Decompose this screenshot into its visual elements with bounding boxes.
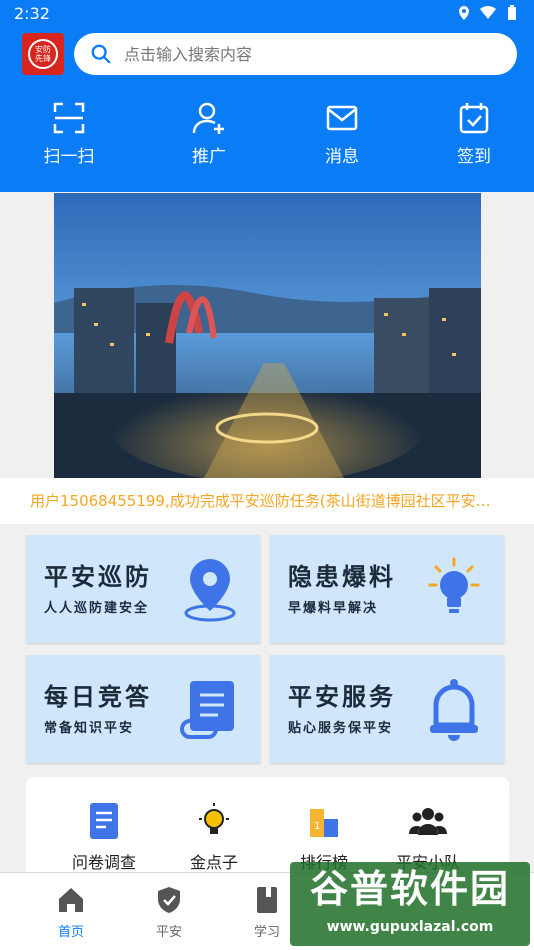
header: 2:32 安防先锋 扫一扫 推广 消息 签到 xyxy=(0,0,534,192)
scan-icon xyxy=(53,102,85,134)
tool-survey[interactable]: 问卷调查 xyxy=(54,801,154,873)
notice-marquee[interactable]: 用户15068455199,成功完成平安巡防任务(茶山街道博园社区平安… xyxy=(0,478,534,524)
wifi-icon xyxy=(480,5,496,20)
search-input[interactable] xyxy=(124,44,484,64)
card-subtitle: 人人巡防建安全 xyxy=(44,601,150,616)
add-user-icon xyxy=(192,102,224,134)
watermark-logo: 谷普软件园 www.gupuxlazal.com xyxy=(290,862,530,946)
quick-action-messages[interactable]: 消息 xyxy=(287,100,397,167)
tab-label: 平安 xyxy=(155,925,182,940)
tab-safety[interactable]: 平安 xyxy=(120,885,218,940)
team-icon xyxy=(409,808,447,835)
tool-label: 问卷调查 xyxy=(71,853,136,872)
location-pin-icon xyxy=(184,559,236,622)
tab-home[interactable]: 首页 xyxy=(22,885,120,940)
quick-action-checkin[interactable]: 签到 xyxy=(419,100,529,167)
quick-action-label: 推广 xyxy=(192,147,226,167)
app-logo[interactable]: 安防 先锋 xyxy=(22,33,64,75)
card-subtitle: 贴心服务保平安 xyxy=(288,721,394,736)
tab-label: 学习 xyxy=(253,925,280,940)
svg-text:1: 1 xyxy=(314,821,320,832)
quick-action-label: 扫一扫 xyxy=(43,147,95,167)
card-title: 每日竞答 xyxy=(44,683,152,711)
banner-image xyxy=(54,193,481,478)
status-time: 2:32 xyxy=(14,4,50,23)
card-daily-quiz[interactable]: 每日竞答 常备知识平安 xyxy=(26,655,260,763)
quick-action-promote[interactable]: 推广 xyxy=(154,100,264,167)
scroll-icon xyxy=(180,681,234,739)
banner-carousel[interactable] xyxy=(54,193,481,478)
card-subtitle: 早爆料早解决 xyxy=(288,601,379,616)
card-title: 平安巡防 xyxy=(44,563,152,591)
battery-icon xyxy=(508,5,516,20)
bell-icon xyxy=(430,679,478,741)
logo-seal: 安防 先锋 xyxy=(28,39,58,69)
idea-bulb-icon xyxy=(199,803,229,834)
status-bar: 2:32 xyxy=(0,0,534,28)
quick-action-scan[interactable]: 扫一扫 xyxy=(14,100,124,167)
location-icon xyxy=(459,6,469,20)
card-title: 平安服务 xyxy=(288,683,396,711)
card-subtitle: 常备知识平安 xyxy=(44,721,135,736)
lightbulb-icon xyxy=(428,557,480,613)
tool-good-idea[interactable]: 金点子 xyxy=(164,801,264,873)
shield-icon xyxy=(158,887,180,913)
tab-label: 首页 xyxy=(57,925,84,940)
home-icon xyxy=(59,888,83,912)
search-bar[interactable] xyxy=(74,33,517,75)
tool-label: 金点子 xyxy=(189,853,238,872)
card-patrol[interactable]: 平安巡防 人人巡防建安全 xyxy=(26,535,260,643)
book-icon xyxy=(257,887,277,913)
calendar-check-icon xyxy=(459,103,489,134)
search-icon xyxy=(91,44,111,64)
mail-icon xyxy=(326,105,358,131)
quick-action-label: 消息 xyxy=(325,147,359,167)
status-icons xyxy=(456,5,520,21)
quick-action-label: 签到 xyxy=(457,147,491,167)
card-title: 隐患爆料 xyxy=(288,563,396,591)
ranking-icon: 1 xyxy=(310,809,338,837)
watermark-url: www.gupuxlazal.com xyxy=(326,919,494,935)
card-safety-service[interactable]: 平安服务 贴心服务保平安 xyxy=(270,655,504,763)
survey-icon xyxy=(90,803,118,839)
watermark-title: 谷普软件园 xyxy=(309,867,510,911)
card-hazard-report[interactable]: 隐患爆料 早爆料早解决 xyxy=(270,535,504,643)
